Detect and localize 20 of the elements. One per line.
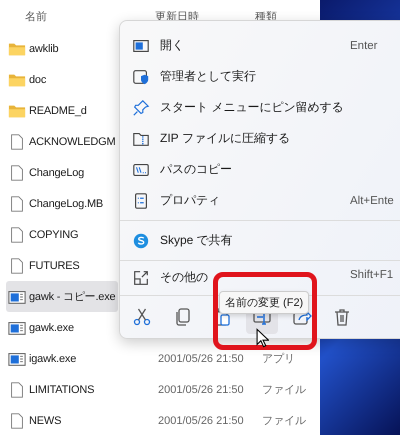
modified-date: 2001/05/26 21:50	[158, 414, 244, 426]
file-name: LIMITATIONS	[29, 384, 94, 396]
file-type: アプリ	[262, 352, 295, 366]
file-name: doc	[29, 74, 46, 86]
file-type: ファイル	[262, 414, 306, 428]
modified-date: 2001/05/26 21:50	[158, 352, 244, 364]
file-name: NEWS	[29, 414, 62, 426]
file-name: gawk.exe	[29, 322, 74, 334]
file-name: ChangeLog.MB	[29, 198, 104, 210]
modified-date: 2001/05/26 21:50	[158, 384, 244, 396]
file-name: ACKNOWLEDGM	[29, 136, 116, 148]
file-name: COPYING	[29, 228, 78, 240]
file-name: gawk - コピー.exe	[29, 290, 116, 304]
file-name: FUTURES	[29, 260, 80, 272]
file-name: igawk.exe	[29, 352, 76, 364]
file-name: ChangeLog	[29, 166, 84, 178]
tooltip: 名前の変更 (F2)	[219, 291, 310, 314]
file-name: awklib	[29, 42, 58, 54]
file-name: README_d	[29, 104, 87, 116]
file-type: ファイル	[262, 383, 306, 397]
